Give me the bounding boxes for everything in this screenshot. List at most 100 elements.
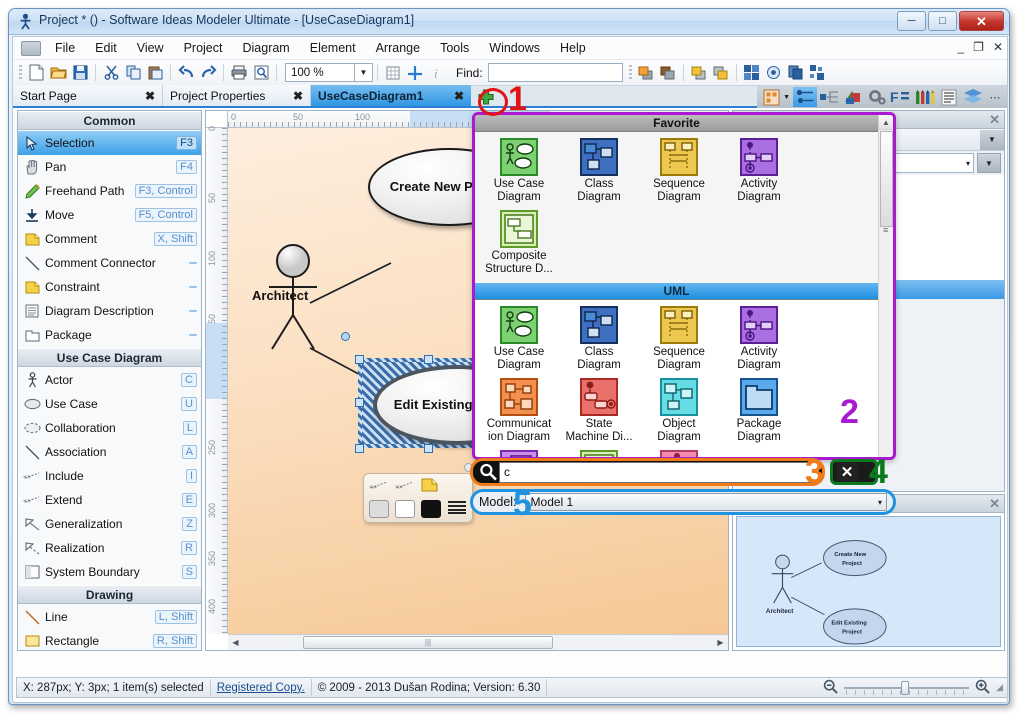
canvas-horizontal-scrollbar[interactable]: ◀ ||| ▶ (228, 634, 728, 650)
zoom-out-icon[interactable] (823, 679, 838, 697)
scroll-right-arrow[interactable]: ▶ (713, 635, 728, 650)
quick-style-toolbar[interactable]: «» «» (363, 473, 473, 523)
palette-item-package[interactable]: Package (18, 323, 201, 347)
guides-icon[interactable] (404, 62, 426, 84)
bring-to-front-icon[interactable] (688, 62, 710, 84)
paste-icon[interactable] (144, 62, 166, 84)
toolbar-grip[interactable] (19, 64, 22, 81)
palette-item-comment-connector[interactable]: Comment Connector (18, 251, 201, 275)
extend-arrow-icon[interactable]: «» (395, 478, 415, 496)
menu-file[interactable]: File (45, 39, 85, 57)
scroll-left-arrow[interactable]: ◀ (228, 635, 243, 650)
menu-diagram[interactable]: Diagram (232, 39, 299, 57)
menu-view[interactable]: View (127, 39, 174, 57)
resize-handle-s[interactable] (424, 444, 433, 453)
new-document-icon[interactable] (25, 62, 47, 84)
note-icon[interactable] (421, 478, 438, 497)
menu-windows[interactable]: Windows (479, 39, 550, 57)
diagram-template-composite-structure[interactable]: Composite Structure D... (479, 207, 559, 279)
diagram-template-uml-sequence[interactable]: Sequence Diagram (639, 303, 719, 375)
dropdown-caret-icon[interactable]: ▼ (980, 129, 1004, 150)
diagram-template-activity[interactable]: Activity Diagram (719, 135, 799, 207)
diagram-template-uml-use-case[interactable]: Use Case Diagram (479, 303, 559, 375)
palette-group-drawing-header[interactable]: Drawing (18, 585, 201, 604)
close-button[interactable]: ✕ (959, 11, 1004, 31)
popup-section-favorite-header[interactable]: Favorite (475, 115, 878, 132)
zoom-level-input[interactable]: 100 % (285, 63, 355, 82)
close-icon[interactable]: ✕ (989, 112, 1000, 128)
print-preview-icon[interactable] (250, 62, 272, 84)
menu-tools[interactable]: Tools (430, 39, 479, 57)
palette-item-generalization[interactable]: Generalization Z (18, 512, 201, 536)
line-style-icon[interactable] (447, 499, 467, 520)
preview-thumbnail[interactable]: Architect Create New Project Edit Existi… (736, 516, 1001, 647)
tab-close-icon[interactable]: ✖ (145, 89, 155, 103)
grid-icon[interactable] (382, 62, 404, 84)
settings-panel-icon[interactable] (865, 87, 889, 107)
documentation-panel-icon[interactable] (937, 87, 961, 107)
palette-item-selection[interactable]: Selection F3 (18, 131, 201, 155)
new-diagram-popup[interactable]: ▲ ≡ Favorite Use Case Diagram Class Diag… (472, 112, 896, 460)
resize-handle-nw[interactable] (355, 355, 364, 364)
diagram-template-uml-class[interactable]: Class Diagram (559, 303, 639, 375)
style-icon[interactable] (763, 62, 785, 84)
tab-project-properties[interactable]: Project Properties ✖ (163, 85, 311, 106)
palette-group-common-header[interactable]: Common (18, 111, 201, 130)
swatch-gray[interactable] (369, 500, 389, 518)
zoom-slider-knob[interactable] (901, 680, 910, 695)
diagram-search-field[interactable]: c (470, 458, 825, 486)
menu-help[interactable]: Help (550, 39, 596, 57)
palette-item-constraint[interactable]: Constraint (18, 275, 201, 299)
style-panel-icon[interactable] (841, 87, 865, 107)
diagram-template-use-case[interactable]: Use Case Diagram (479, 135, 559, 207)
send-to-back-icon[interactable] (710, 62, 732, 84)
diagram-template-component[interactable]: ComponentDiagram (479, 447, 559, 457)
swatch-white[interactable] (395, 500, 415, 518)
palette-item-association[interactable]: Association A (18, 440, 201, 464)
mdi-close-button[interactable]: ✕ (993, 40, 1003, 54)
diagram-template-uml-activity[interactable]: Activity Diagram (719, 303, 799, 375)
palette-item-freehand-path[interactable]: Freehand Path F3, Control (18, 179, 201, 203)
redo-arrow-icon[interactable] (197, 62, 219, 84)
diagram-template-sequence[interactable]: Sequence Diagram (639, 135, 719, 207)
registration-link[interactable]: Registered Copy. (217, 682, 305, 694)
chevron-down-icon[interactable]: ▼ (783, 94, 790, 101)
layers-panel-icon[interactable] (961, 87, 985, 107)
include-arrow-icon[interactable]: «» (369, 478, 389, 496)
colors-panel-icon[interactable] (913, 87, 937, 107)
bring-forward-icon[interactable] (635, 62, 657, 84)
mdi-restore-button[interactable]: ❐ (973, 40, 984, 54)
print-icon[interactable] (228, 62, 250, 84)
resize-handle-sw[interactable] (355, 444, 364, 453)
search-input[interactable]: c (499, 461, 819, 483)
palette-item-move[interactable]: Move F5, Control (18, 203, 201, 227)
elements-panel-icon[interactable] (759, 87, 783, 107)
palette-item-collaboration[interactable]: Collaboration L (18, 416, 201, 440)
palette-item-realization[interactable]: Realization R (18, 536, 201, 560)
maximize-button[interactable]: □ (928, 11, 957, 31)
palette-item-comment[interactable]: Comment X, Shift (18, 227, 201, 251)
palette-item-use-case[interactable]: Use Case U (18, 392, 201, 416)
chevron-down-icon[interactable]: ▼ (355, 63, 373, 82)
scroll-up-arrow[interactable]: ▲ (879, 115, 893, 130)
open-folder-icon[interactable] (47, 62, 69, 84)
diagram-template-object[interactable]: Object Diagram (639, 375, 719, 447)
tree-panel-icon[interactable] (817, 87, 841, 107)
status-registration[interactable]: Registered Copy. (211, 679, 312, 696)
palette-item-pan[interactable]: Pan F4 (18, 155, 201, 179)
tab-close-icon[interactable]: ✖ (293, 89, 303, 103)
resize-handle-w[interactable] (355, 398, 364, 407)
palette-item-extend[interactable]: «» Extend E (18, 488, 201, 512)
popup-scrollbar[interactable]: ▲ ≡ (878, 115, 893, 457)
popup-section-uml-header[interactable]: UML (475, 283, 878, 300)
minimize-button[interactable]: ─ (897, 11, 926, 31)
zoom-in-icon[interactable] (975, 679, 990, 697)
properties-panel-icon[interactable] (793, 87, 817, 107)
more-icon[interactable]: ⋯ (985, 91, 1005, 104)
format-panel-icon[interactable]: F (889, 87, 913, 107)
palette-item-include[interactable]: «» Include I (18, 464, 201, 488)
scroll-thumb[interactable]: ||| (303, 636, 553, 649)
undo-arrow-icon[interactable] (175, 62, 197, 84)
tab-start-page[interactable]: Start Page ✖ (13, 85, 163, 106)
diagram-template-class[interactable]: Class Diagram (559, 135, 639, 207)
